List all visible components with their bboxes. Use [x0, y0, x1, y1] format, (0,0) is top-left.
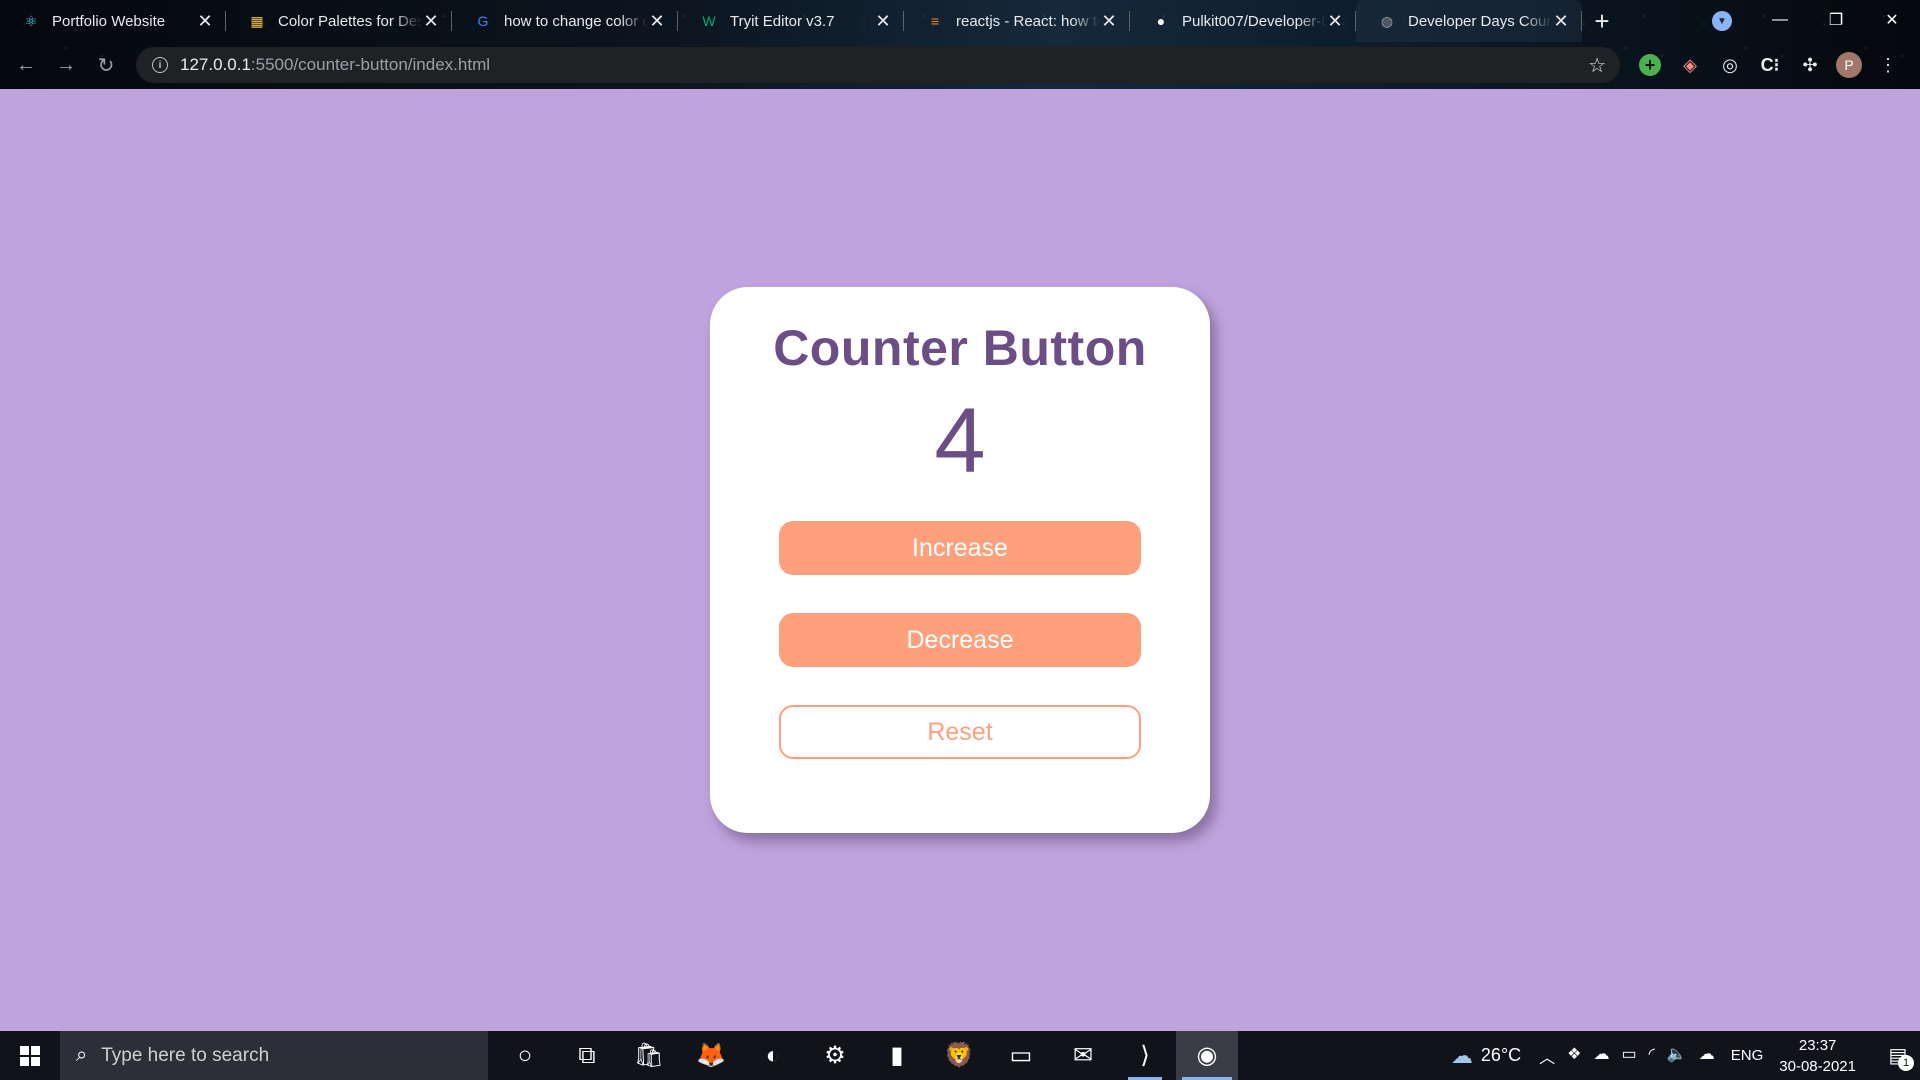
- palette-icon: ▦: [250, 12, 264, 29]
- back-icon[interactable]: ←: [6, 47, 46, 83]
- windows-taskbar: ⌕ Type here to search ○ ⧉ 🛍 🦊 ◐ ⚙ ▮ 🦁 ▭ ✉ ⟩ ◉ ☁ 26°…: [0, 1031, 1920, 1080]
- start-button[interactable]: [0, 1031, 60, 1080]
- firefox-icon[interactable]: 🦊: [680, 1031, 742, 1080]
- dropbox-icon[interactable]: ❖: [1567, 1044, 1581, 1068]
- react-icon: ⚛: [24, 12, 38, 29]
- system-tray: ☁ 26°C ︿ ❖ ☁ ▭ ◜ 🔈 ☁ ENG 23:37 30-08-202…: [1451, 1031, 1920, 1080]
- notification-badge: 1: [1898, 1055, 1914, 1071]
- profile-avatar[interactable]: P: [1836, 52, 1862, 78]
- extension-plus-icon[interactable]: +: [1636, 51, 1664, 79]
- show-hidden-icon[interactable]: ︿: [1539, 1044, 1555, 1068]
- clock-time: 23:37: [1798, 1036, 1837, 1054]
- reset-button[interactable]: Reset: [779, 705, 1141, 759]
- tab-close-icon[interactable]: ✕: [1326, 11, 1344, 32]
- browser-menu-icon[interactable]: ⋮: [1874, 51, 1902, 79]
- browser-tab[interactable]: Ghow to change color of ✕: [452, 0, 678, 42]
- windows-logo-icon: [20, 1045, 40, 1066]
- weather-temp: 26°C: [1480, 1045, 1522, 1065]
- extension-css-icon[interactable]: C⁝: [1756, 51, 1784, 79]
- github-icon: ●: [1156, 13, 1166, 29]
- browser-tab[interactable]: ▦ Color Palettes for Designers✕: [226, 0, 452, 42]
- browser-chrome: ⚛ Portfolio Website ✕ ▦ Color Palettes for D…: [0, 0, 1920, 89]
- extensions-bar: + ◈ ◎ C⁝ ✣ P ⋮: [1636, 47, 1902, 83]
- forward-icon[interactable]: →: [46, 47, 86, 83]
- taskbar-search[interactable]: ⌕ Type here to search: [60, 1031, 488, 1080]
- mail-icon[interactable]: ✉: [1052, 1031, 1114, 1080]
- microsoft-store-icon[interactable]: 🛍: [618, 1031, 680, 1080]
- cloud-icon: ☁: [1450, 1042, 1473, 1068]
- browser-tab[interactable]: ≡ reactjs - React: how to ✕: [904, 0, 1130, 42]
- cloud-sync-icon[interactable]: ☁: [1699, 1044, 1715, 1068]
- url-host: 127.0.0.1: [180, 55, 251, 74]
- tab-search-icon[interactable]: ▼: [1712, 11, 1732, 31]
- vscode-icon[interactable]: ⟩: [1114, 1031, 1176, 1080]
- w3schools-icon: W: [702, 13, 716, 29]
- tab-title: reactjs - React: how to: [956, 12, 1100, 30]
- page-viewport: Counter Button 4 Increase Decrease Reset: [0, 89, 1920, 1031]
- wifi-icon[interactable]: ◜: [1649, 1044, 1655, 1068]
- tab-title: Color Palettes for Designers: [278, 12, 422, 30]
- new-tab-icon[interactable]: +: [1582, 0, 1622, 42]
- volume-icon[interactable]: 🔈: [1667, 1044, 1687, 1068]
- tab-strip: ⚛ Portfolio Website ✕ ▦ Color Palettes for D…: [0, 0, 1720, 42]
- chrome-icon[interactable]: ◉: [1176, 1031, 1238, 1080]
- counter-value: 4: [934, 390, 986, 492]
- weather-widget[interactable]: ☁ 26°C: [1451, 1043, 1521, 1069]
- onedrive-icon[interactable]: ☁: [1594, 1044, 1610, 1068]
- edge-icon[interactable]: ◐: [742, 1031, 804, 1080]
- close-window-icon[interactable]: ✕: [1864, 0, 1920, 40]
- extension-colorzilla-icon[interactable]: ◈: [1676, 51, 1704, 79]
- tray-icons: ︿ ❖ ☁ ▭ ◜ 🔈 ☁: [1539, 1044, 1715, 1068]
- tab-close-icon[interactable]: ✕: [648, 11, 666, 32]
- site-info-icon[interactable]: i: [152, 57, 168, 73]
- tab-title: Portfolio Website: [52, 12, 166, 30]
- settings-icon[interactable]: ⚙: [804, 1031, 866, 1080]
- language-indicator[interactable]: ENG: [1731, 1047, 1764, 1064]
- minimize-icon[interactable]: —: [1752, 0, 1808, 40]
- url-path: :5500/counter-button/index.html: [250, 55, 491, 74]
- tab-close-icon[interactable]: ✕: [874, 11, 892, 32]
- notification-center-icon[interactable]: ▤ 1: [1876, 1031, 1920, 1080]
- tab-title: Developer Days Counter: [1408, 12, 1552, 30]
- globe-icon: ◍: [1380, 12, 1394, 29]
- browser-tab[interactable]: ● Pulkit007/Developer-Days✕: [1130, 0, 1356, 42]
- browser-tab[interactable]: ◍ Developer Days Counter✕: [1356, 0, 1582, 42]
- counter-card: Counter Button 4 Increase Decrease Reset: [710, 287, 1210, 833]
- increase-button[interactable]: Increase: [779, 521, 1141, 575]
- address-bar[interactable]: i 127.0.0.1:5500/counter-button/index.ht…: [136, 47, 1620, 83]
- restore-icon[interactable]: ❐: [1808, 0, 1864, 40]
- browser-toolbar: ← → ↻ i 127.0.0.1:5500/counter-button/in…: [0, 47, 1920, 83]
- search-icon: ⌕: [76, 1044, 88, 1066]
- clock-date: 30-08-2021: [1779, 1057, 1856, 1075]
- remote-desktop-icon[interactable]: ▭: [990, 1031, 1052, 1080]
- page-title: Counter Button: [773, 320, 1147, 376]
- tab-close-icon[interactable]: ✕: [422, 11, 440, 32]
- search-placeholder: Type here to search: [101, 1044, 270, 1066]
- tab-close-icon[interactable]: ✕: [196, 11, 214, 32]
- bookmark-star-icon[interactable]: ☆: [1588, 53, 1606, 78]
- clock[interactable]: 23:37 30-08-2021: [1779, 1035, 1856, 1077]
- tab-close-icon[interactable]: ✕: [1100, 11, 1118, 32]
- extension-target-icon[interactable]: ◎: [1716, 51, 1744, 79]
- office-icon[interactable]: ▮: [866, 1031, 928, 1080]
- tab-title: Tryit Editor v3.7: [730, 12, 835, 30]
- extensions-puzzle-icon[interactable]: ✣: [1796, 51, 1824, 79]
- tab-close-icon[interactable]: ✕: [1552, 11, 1570, 32]
- battery-icon[interactable]: ▭: [1622, 1044, 1637, 1068]
- browser-tab[interactable]: W Tryit Editor v3.7 ✕: [678, 0, 904, 42]
- tab-title: how to change color of: [504, 12, 648, 30]
- browser-tab[interactable]: ⚛ Portfolio Website ✕: [0, 0, 226, 42]
- taskbar-apps: ○ ⧉ 🛍 🦊 ◐ ⚙ ▮ 🦁 ▭ ✉ ⟩ ◉: [494, 1031, 1238, 1080]
- google-icon: G: [477, 13, 489, 29]
- task-view-icon[interactable]: ⧉: [556, 1031, 618, 1080]
- brave-icon[interactable]: 🦁: [928, 1031, 990, 1080]
- tab-title: Pulkit007/Developer-Days: [1182, 12, 1326, 30]
- window-controls: — ❐ ✕: [1752, 0, 1920, 40]
- decrease-button[interactable]: Decrease: [779, 613, 1141, 667]
- reload-icon[interactable]: ↻: [86, 47, 126, 83]
- cortana-icon[interactable]: ○: [494, 1031, 556, 1080]
- stackoverflow-icon: ≡: [930, 13, 940, 29]
